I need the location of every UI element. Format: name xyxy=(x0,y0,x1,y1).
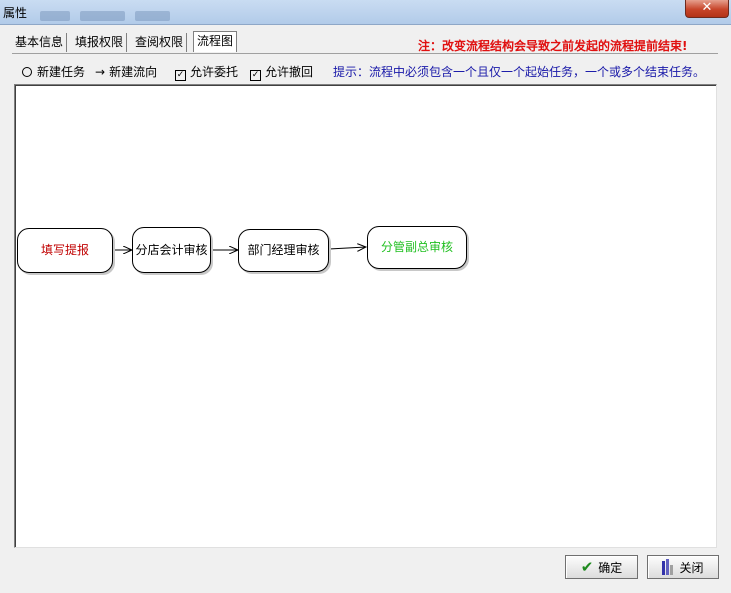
arrow-right-icon: → xyxy=(95,65,106,79)
tab-flowchart[interactable]: 流程图 xyxy=(193,31,238,52)
flow-node-store-accountant-review[interactable]: 分店会计审核 xyxy=(132,227,211,273)
new-flow-tool[interactable]: → 新建流向 xyxy=(95,63,157,80)
new-task-label: 新建任务 xyxy=(37,65,86,79)
flow-hint: 提示：流程中必须包含一个且仅一个起始任务，一个或多个结束任务。 xyxy=(333,65,706,79)
flow-node-vp-review[interactable]: 分管副总审核 xyxy=(367,226,467,269)
tab-label: 基本信息 xyxy=(15,35,64,49)
tab-fill-permission[interactable]: 填报权限 xyxy=(72,33,128,52)
tab-view-permission[interactable]: 查阅权限 xyxy=(132,33,188,52)
ok-button[interactable]: ✔ 确定 xyxy=(565,555,638,579)
flow-node-fill-report[interactable]: 填写提报 xyxy=(17,228,113,273)
tab-divider xyxy=(12,53,718,54)
flow-node-label: 填写提报 xyxy=(40,243,89,257)
new-task-tool[interactable]: 新建任务 xyxy=(22,63,85,80)
allow-withdraw-label: 允许撤回 xyxy=(265,65,314,79)
new-flow-label: 新建流向 xyxy=(109,65,158,79)
background-toolbar-ghost xyxy=(40,8,230,24)
window-title: 属性 xyxy=(3,6,28,20)
flowchart-canvas[interactable]: 填写提报 分店会计审核 部门经理审核 分管副总审核 xyxy=(14,84,717,548)
flow-node-dept-manager-review[interactable]: 部门经理审核 xyxy=(238,229,329,272)
structure-change-warning: 注：改变流程结构会导致之前发起的流程提前结束! xyxy=(418,39,688,53)
window-close-button[interactable]: ✕ xyxy=(685,0,729,18)
tab-label: 流程图 xyxy=(197,34,234,48)
flow-node-label: 部门经理审核 xyxy=(247,243,320,257)
flow-node-label: 分管副总审核 xyxy=(380,240,453,254)
close-icon: ✕ xyxy=(701,0,713,15)
allow-delegate-checkbox[interactable]: ✓ 允许委托 xyxy=(175,63,238,81)
title-bar: 属性 ✕ xyxy=(0,0,731,25)
tab-label: 填报权限 xyxy=(75,35,124,49)
flow-node-label: 分店会计审核 xyxy=(135,242,208,257)
exit-door-icon xyxy=(662,559,674,575)
close-button[interactable]: 关闭 xyxy=(647,555,719,579)
flow-edges xyxy=(112,85,716,547)
radio-circle-icon xyxy=(22,67,32,77)
close-label: 关闭 xyxy=(679,560,704,575)
tab-label: 查阅权限 xyxy=(135,35,184,49)
checkmark-icon: ✔ xyxy=(580,557,594,576)
checkbox-checked-icon: ✓ xyxy=(175,70,186,81)
allow-delegate-label: 允许委托 xyxy=(190,65,239,79)
ok-label: 确定 xyxy=(598,560,623,575)
tab-basic-info[interactable]: 基本信息 xyxy=(12,33,68,52)
checkbox-checked-icon: ✓ xyxy=(250,70,261,81)
allow-withdraw-checkbox[interactable]: ✓ 允许撤回 xyxy=(250,63,313,81)
flow-edge[interactable] xyxy=(328,247,366,249)
